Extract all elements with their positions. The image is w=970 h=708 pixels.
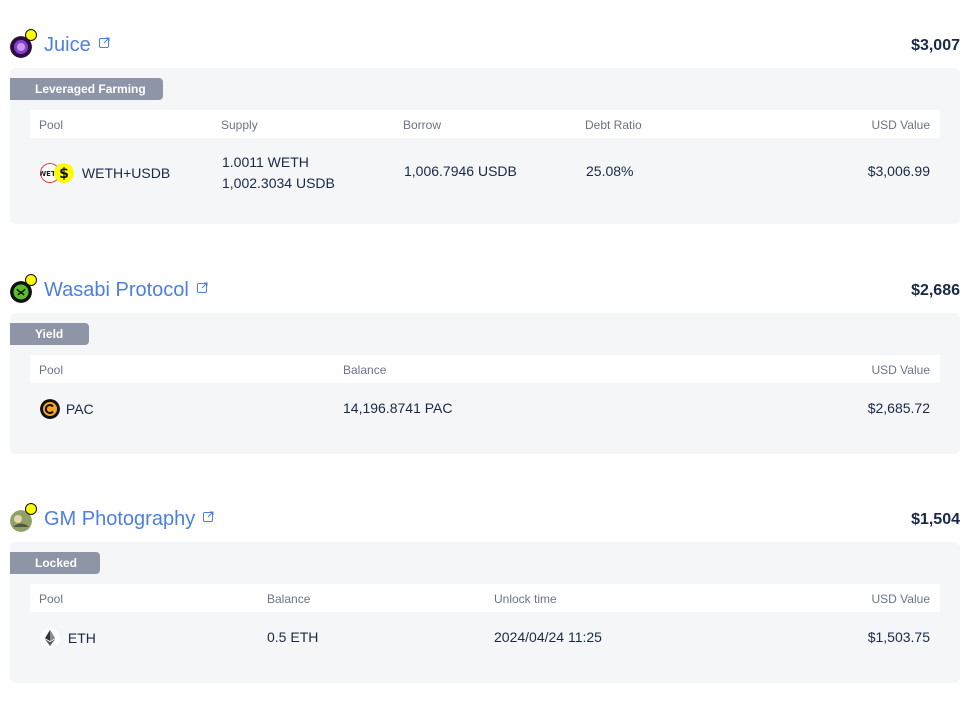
pac-icon	[40, 399, 60, 419]
position-card: Locked Pool Balance Unlock time USD Valu…	[10, 542, 960, 683]
eth-icon	[40, 628, 60, 648]
usdb-icon: $	[54, 163, 74, 183]
protocol-name-link[interactable]: Wasabi Protocol	[44, 279, 208, 302]
pool-name: ETH	[67, 630, 96, 646]
table-row: ETH 0.5 ETH 2024/04/24 11:25 $1,503.75	[30, 627, 940, 651]
column-header-supply: Supply	[221, 118, 258, 132]
position-type-tag: Leveraged Farming	[10, 78, 163, 100]
position-type-tag: Yield	[10, 323, 89, 345]
protocol-total-value: $1,504	[911, 511, 960, 528]
supply-cell: 1.0011 WETH 1,002.3034 USDB	[222, 152, 335, 194]
table-header: Pool Balance Unlock time USD Value	[30, 584, 940, 612]
debt-ratio-cell: 25.08%	[586, 163, 634, 179]
borrow-cell: 1,006.7946 USDB	[404, 163, 517, 179]
protocol-section-gm-photography: GM Photography $1,504 Locked Pool Balanc…	[10, 502, 960, 683]
column-header-balance: Balance	[267, 592, 311, 606]
pool-cell: PAC	[40, 399, 94, 419]
balance-cell: 0.5 ETH	[267, 629, 319, 645]
column-header-debt-ratio: Debt Ratio	[585, 118, 642, 132]
protocol-name: Wasabi Protocol	[44, 279, 189, 301]
column-header-pool: Pool	[39, 118, 64, 132]
table-header: Pool Balance USD Value	[30, 355, 940, 383]
column-header-unlock-time: Unlock time	[494, 592, 557, 606]
protocol-total-value: $2,686	[911, 282, 960, 299]
position-card: Yield Pool Balance USD Value PAC 14,196.…	[10, 313, 960, 454]
pool-cell: WETH$ WETH+USDB	[40, 163, 170, 183]
protocol-total-value: $3,007	[911, 37, 960, 54]
external-link-icon[interactable]	[196, 282, 208, 293]
usd-value-cell: $2,685.72	[867, 400, 930, 416]
column-header-usd-value: USD Value	[871, 363, 930, 377]
column-header-balance: Balance	[343, 363, 387, 377]
position-card: Leveraged Farming Pool Supply Borrow Deb…	[10, 68, 960, 224]
supply-amount-weth: 1.0011 WETH	[222, 154, 309, 170]
protocol-name: Juice	[44, 34, 91, 56]
unlock-time-cell: 2024/04/24 11:25	[494, 629, 602, 645]
column-header-usd-value: USD Value	[871, 118, 930, 132]
column-header-pool: Pool	[39, 363, 64, 377]
protocol-header: GM Photography $1,504	[10, 502, 960, 536]
balance-cell: 14,196.8741 PAC	[343, 400, 453, 416]
blast-chain-badge-icon	[25, 29, 37, 41]
table-header: Pool Supply Borrow Debt Ratio USD Value	[30, 110, 940, 138]
protocol-header: Juice $3,007	[10, 28, 960, 62]
supply-amount-usdb: 1,002.3034 USDB	[222, 175, 335, 191]
table-row: WETH$ WETH+USDB 1.0011 WETH 1,002.3034 U…	[30, 152, 940, 194]
protocol-name: GM Photography	[44, 508, 196, 530]
table-row: PAC 14,196.8741 PAC $2,685.72	[30, 398, 940, 422]
column-header-borrow: Borrow	[403, 118, 442, 132]
usd-value-cell: $3,006.99	[867, 163, 930, 179]
pool-name: WETH+USDB	[81, 165, 171, 181]
pool-cell: ETH	[40, 628, 96, 648]
protocol-name-link[interactable]: GM Photography	[44, 508, 214, 531]
protocol-header: Wasabi Protocol $2,686	[10, 273, 960, 307]
protocol-section-juice: Juice $3,007 Leveraged Farming Pool Supp…	[10, 28, 960, 224]
svg-text:$: $	[59, 166, 69, 182]
external-link-icon[interactable]	[98, 37, 110, 48]
blast-chain-badge-icon	[25, 274, 37, 286]
external-link-icon[interactable]	[203, 511, 214, 522]
position-type-tag: Locked	[10, 552, 100, 574]
column-header-usd-value: USD Value	[871, 592, 930, 606]
protocol-section-wasabi: Wasabi Protocol $2,686 Yield Pool Balanc…	[10, 273, 960, 454]
usd-value-cell: $1,503.75	[867, 629, 930, 645]
pool-name: PAC	[65, 401, 94, 417]
protocol-name-link[interactable]: Juice	[44, 34, 110, 57]
column-header-pool: Pool	[39, 592, 64, 606]
blast-chain-badge-icon	[25, 503, 37, 515]
